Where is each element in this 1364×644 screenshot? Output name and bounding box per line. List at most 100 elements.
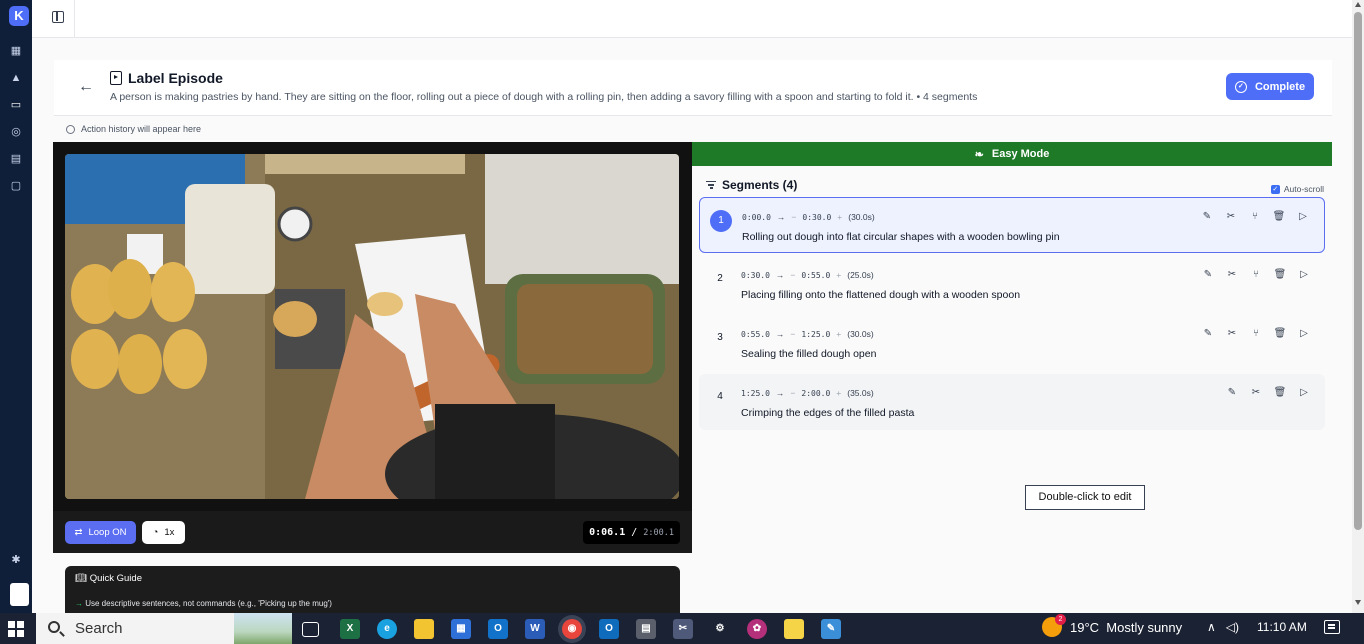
edge-icon[interactable]: e (377, 619, 397, 639)
segment-actions: ✎ ✂ ⑂ 🗑︎ ▷ (1201, 327, 1311, 341)
chat-icon[interactable]: ▢ (9, 179, 23, 193)
segment-description[interactable]: Placing filling onto the flattened dough… (741, 289, 1020, 301)
notification-icon[interactable] (1324, 620, 1340, 634)
calculator-icon[interactable]: ▤ (636, 619, 656, 639)
merge-icon[interactable]: ⑂ (1249, 268, 1263, 282)
repeat-icon: ⇄ (74, 527, 83, 538)
sticky-notes-icon[interactable] (784, 619, 804, 639)
system-tray[interactable]: ∧ ◁) (1207, 620, 1239, 634)
increase-icon[interactable]: + (836, 329, 841, 339)
speaker-icon[interactable]: ◁) (1226, 620, 1239, 634)
segment-row[interactable]: 2 0:30.0 → −0:55.0 + (25.0s) Placing filling o… (699, 256, 1325, 312)
taskbar-search[interactable]: Search (36, 613, 292, 644)
photos-icon[interactable]: ✿ (747, 619, 767, 639)
increase-icon[interactable]: + (837, 212, 842, 222)
video-player[interactable] (65, 154, 679, 499)
edit-icon[interactable]: ✎ (1225, 386, 1239, 400)
graduation-cap-icon[interactable]: ▲ (9, 71, 23, 85)
delete-trash-icon[interactable]: 🗑︎ (1272, 210, 1286, 224)
segment-description[interactable]: Crimping the edges of the filled pasta (741, 407, 914, 419)
play-icon[interactable]: ▷ (1297, 386, 1311, 400)
playback-speed-button[interactable]: ◔ 1x (142, 521, 185, 544)
autoscroll-checkbox[interactable]: ✓ (1270, 184, 1280, 194)
segment-end-time[interactable]: 0:30.0 (802, 213, 831, 222)
merge-icon[interactable]: ⑂ (1248, 210, 1262, 224)
segment-start-time[interactable]: 0:55.0 (741, 330, 770, 339)
complete-button[interactable]: ✓ Complete (1226, 73, 1314, 100)
segment-start-time[interactable]: 0:00.0 (742, 213, 771, 222)
windows-start-icon[interactable] (8, 621, 24, 637)
task-view-icon[interactable] (302, 622, 319, 637)
edit-icon[interactable]: ✎ (1201, 268, 1215, 282)
store-icon[interactable]: ▦ (451, 619, 471, 639)
increase-icon[interactable]: + (836, 388, 841, 398)
play-icon[interactable]: ▷ (1297, 268, 1311, 282)
decrease-icon[interactable]: − (790, 329, 795, 339)
segment-description[interactable]: Rolling out dough into flat circular sha… (742, 231, 1060, 243)
segment-number: 3 (717, 332, 723, 343)
split-scissors-icon[interactable]: ✂ (1225, 268, 1239, 282)
merge-icon[interactable]: ⑂ (1249, 327, 1263, 341)
easy-mode-banner[interactable]: ❧ Easy Mode (692, 142, 1332, 166)
split-scissors-icon[interactable]: ✂ (1225, 327, 1239, 341)
segment-times: 1:25.0 → −2:00.0 + (35.0s) (741, 388, 874, 398)
scrollbar-thumb[interactable] (1354, 12, 1362, 530)
page-scrollbar[interactable] (1352, 0, 1364, 613)
chevron-up-icon[interactable]: ∧ (1207, 620, 1216, 634)
delete-trash-icon[interactable]: 🗑︎ (1273, 386, 1287, 400)
users-icon[interactable]: ◎ (9, 125, 23, 139)
segment-start-time[interactable]: 1:25.0 (741, 389, 770, 398)
play-icon[interactable]: ▷ (1297, 327, 1311, 341)
settings-icon[interactable]: ✱ (9, 553, 23, 567)
outlook-icon[interactable]: O (488, 619, 508, 639)
split-scissors-icon[interactable]: ✂ (1224, 210, 1238, 224)
segment-end-time[interactable]: 2:00.0 (801, 389, 830, 398)
file-explorer-icon[interactable] (414, 619, 434, 639)
segment-description[interactable]: Sealing the filled dough open (741, 348, 876, 360)
settings-gear-icon[interactable]: ⚙ (710, 619, 730, 639)
excel-icon[interactable]: X (340, 619, 360, 639)
edit-icon[interactable]: ✎ (1200, 210, 1214, 224)
autoscroll-toggle[interactable]: ✓ Auto-scroll (1270, 184, 1324, 194)
segment-start-time[interactable]: 0:30.0 (741, 271, 770, 280)
dashboard-icon[interactable]: ▦ (9, 44, 23, 58)
snipping-tool-icon[interactable]: ✂ (673, 619, 693, 639)
speed-label: 1x (164, 527, 175, 538)
play-icon[interactable]: ▷ (1296, 210, 1310, 224)
video-icon[interactable]: ▭ (9, 98, 23, 112)
weather-widget[interactable]: 2 19°C Mostly sunny (1042, 614, 1182, 637)
loop-toggle-button[interactable]: ⇄ Loop ON (65, 521, 136, 544)
segment-row[interactable]: 1 0:00.0 → −0:30.0 + (30.0s) Rolling out dough… (699, 197, 1325, 253)
segment-row[interactable]: 3 0:55.0 → −1:25.0 + (30.0s) Sealing the fille… (699, 315, 1325, 371)
chrome-icon[interactable]: ◉ (562, 619, 582, 639)
split-scissors-icon[interactable]: ✂ (1249, 386, 1263, 400)
segment-row[interactable]: 4 1:25.0 → −2:00.0 + (35.0s) Crimping the edge… (699, 374, 1325, 430)
decrease-icon[interactable]: − (790, 270, 795, 280)
delete-trash-icon[interactable]: 🗑︎ (1273, 327, 1287, 341)
complete-label: Complete (1254, 80, 1306, 93)
scroll-down-arrow[interactable] (1355, 600, 1361, 605)
outlook-new-icon[interactable]: O (599, 619, 619, 639)
back-arrow-icon[interactable]: ← (78, 78, 94, 96)
segment-actions: ✎ ✂ ⑂ 🗑︎ ▷ (1201, 268, 1311, 282)
segment-end-time[interactable]: 0:55.0 (801, 271, 830, 280)
paint-icon[interactable]: ✎ (821, 619, 841, 639)
guide-tip-arrow: → (75, 599, 83, 608)
decrease-icon[interactable]: − (790, 388, 795, 398)
divider (74, 0, 75, 38)
decrease-icon[interactable]: − (791, 212, 796, 222)
user-avatar[interactable] (10, 583, 29, 606)
delete-trash-icon[interactable]: 🗑︎ (1273, 268, 1287, 282)
increase-icon[interactable]: + (836, 270, 841, 280)
edit-icon[interactable]: ✎ (1201, 327, 1215, 341)
app-logo[interactable]: K (9, 6, 29, 26)
action-history: Action history will appear here (66, 124, 201, 134)
word-icon[interactable]: W (525, 619, 545, 639)
segment-end-time[interactable]: 1:25.0 (801, 330, 830, 339)
tooltip: Double-click to edit (1025, 485, 1145, 510)
taskbar-clock[interactable]: 11:10 AM (1257, 620, 1307, 634)
sidebar-toggle-icon[interactable] (52, 11, 64, 23)
scroll-up-arrow[interactable] (1355, 2, 1361, 7)
history-text: Action history will appear here (81, 124, 202, 134)
layers-icon[interactable]: ▤ (9, 152, 23, 166)
